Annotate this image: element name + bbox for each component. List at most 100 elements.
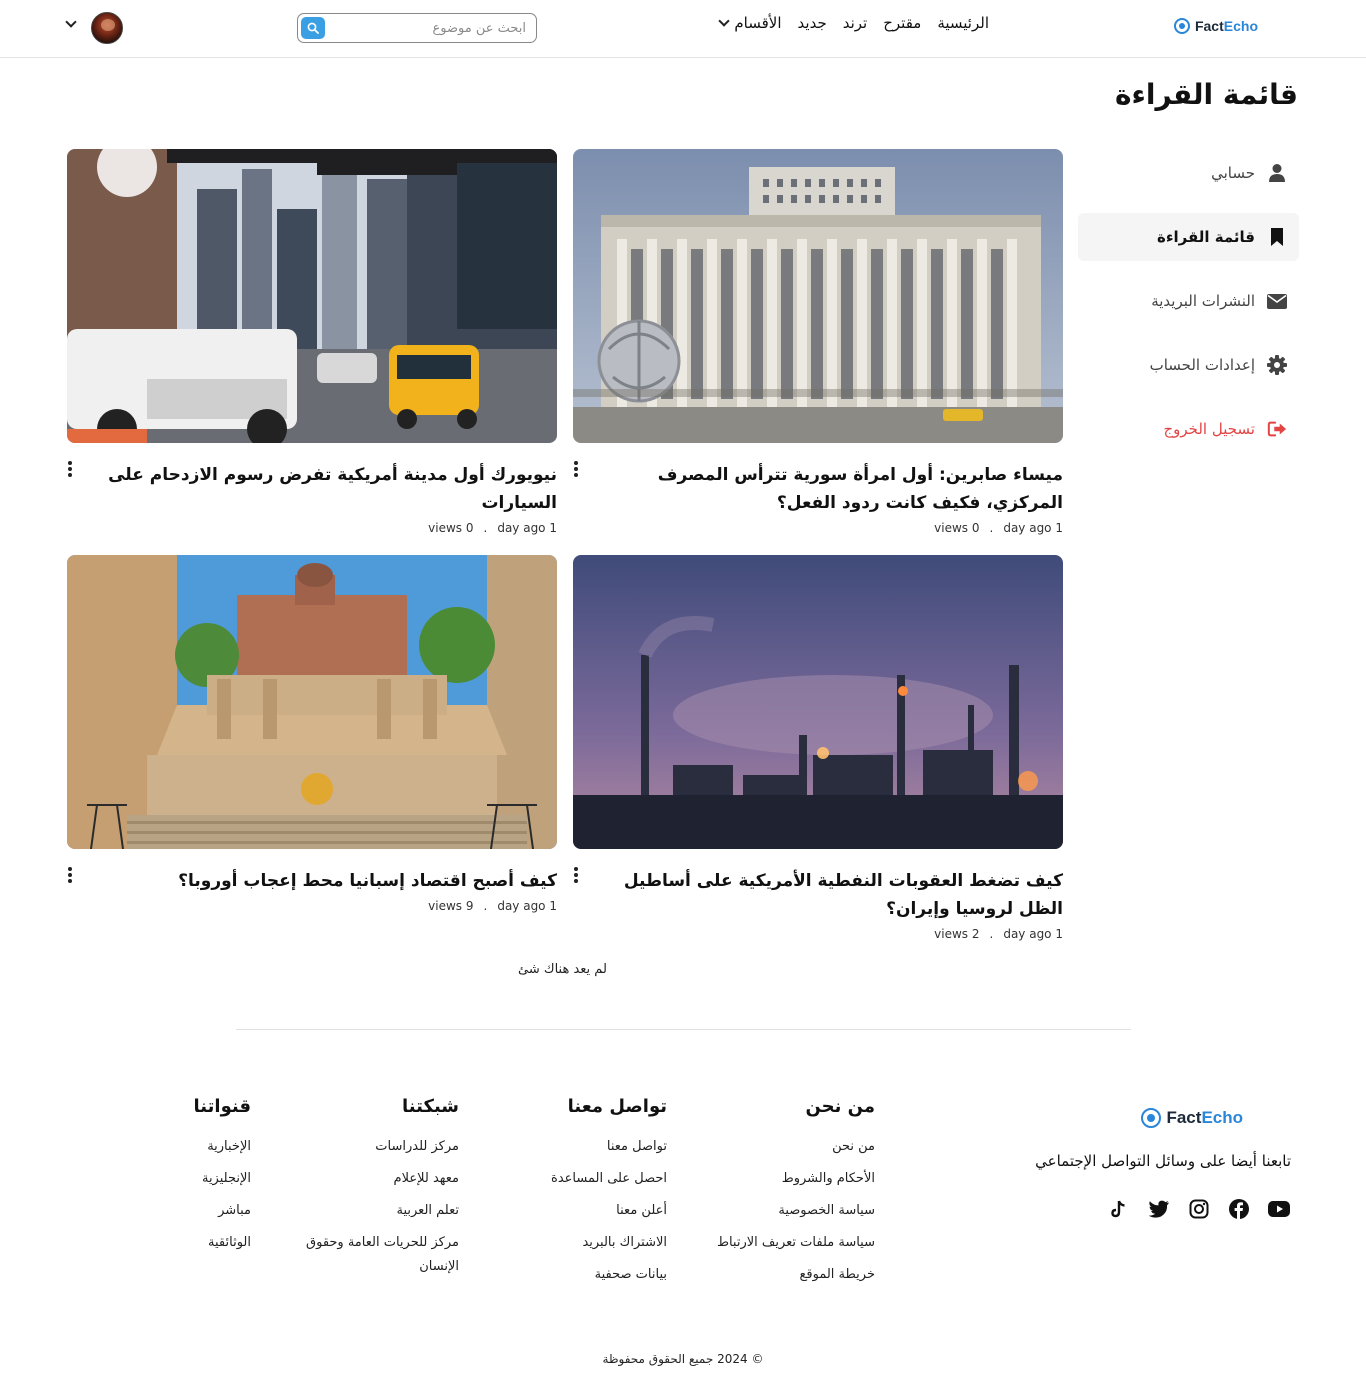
logo-text-echo: Echo [1223,18,1258,34]
social-links [1108,1198,1290,1220]
top-header: Fact Echo الرئيسية مقترح ترند جديد الأقسا… [0,0,1366,58]
more-options-icon[interactable] [67,867,73,883]
envelope-icon [1267,291,1287,311]
sidebar-item-label: تسجيل الخروج [1163,420,1255,438]
search-input[interactable] [336,18,526,38]
sign-out-icon [1267,419,1287,439]
article-image-spain-plaza[interactable] [67,555,557,849]
article-time: 1 day ago [497,899,557,913]
footer-link[interactable]: بيانات صحفية [477,1263,667,1287]
footer-link[interactable]: تواصل معنا [477,1135,667,1159]
sidebar-item-label: قائمة القراءة [1156,228,1255,246]
brand-logo[interactable]: Fact Echo [1173,18,1258,34]
sidebar-item-logout[interactable]: تسجيل الخروج [1078,405,1299,453]
article-meta: 1 day ago . 9 views [67,899,557,913]
logo-text-fact: Fact [1194,18,1224,34]
nav-new[interactable]: جديد [798,14,827,32]
footer-link[interactable]: مباشر [131,1199,251,1223]
sidebar-item-newsletters[interactable]: النشرات البريدية [1078,277,1299,325]
more-options-icon[interactable] [573,867,579,883]
user-menu-chevron-icon[interactable] [65,16,77,28]
tiktok-icon[interactable] [1108,1198,1130,1220]
footer-column-channels: قنواتنا الإخبارية الإنجليزية مباشر الوثا… [131,1096,251,1263]
instagram-icon[interactable] [1188,1198,1210,1220]
nav-categories-label: الأقسام [734,14,782,32]
footer-link[interactable]: مركز للحريات العامة وحقوق الإنسان [299,1231,459,1279]
article-title[interactable]: كيف أصبح اقتصاد إسبانيا محط إعجاب أوروبا… [67,867,557,895]
article-title[interactable]: كيف تضغط العقوبات النفطية الأمريكية على … [573,867,1063,923]
footer-link[interactable]: من نحن [655,1135,875,1159]
social-follow-text: تابعنا أيضا على وسائل التواصل الإجتماعي [1035,1152,1291,1170]
sidebar-item-reading-list[interactable]: قائمة القراءة [1078,213,1299,261]
footer-link[interactable]: خريطة الموقع [655,1263,875,1287]
sidebar-item-my-account[interactable]: حسابي [1078,149,1299,197]
nav-suggested[interactable]: مقترح [883,14,921,32]
account-sidebar: حسابي قائمة القراءة النشرات البريدية إعد… [1078,149,1299,469]
footer-column-network: شبكتنا مركز للدراسات معهد للإعلام تعلم ا… [299,1096,459,1287]
bookmark-icon [1267,227,1287,247]
footer-link[interactable]: مركز للدراسات [299,1135,459,1159]
article-views: 9 views [428,899,474,913]
footer-brand-logo[interactable]: Fact Echo [1141,1108,1243,1128]
article-meta: 1 day ago . 0 views [67,521,557,535]
footer-link[interactable]: الوثائقية [131,1231,251,1255]
nav-home[interactable]: الرئيسية [937,14,989,32]
footer-link[interactable]: الاشتراك بالبريد [477,1231,667,1255]
main-nav: الرئيسية مقترح ترند جديد الأقسام [718,14,989,32]
footer-link[interactable]: أعلن معنا [477,1199,667,1223]
article-card[interactable]: نيويورك أول مدينة أمريكية تفرض رسوم الاز… [67,149,557,535]
article-meta: 1 day ago . 0 views [573,521,1063,535]
footer-column-title: قنواتنا [193,1096,251,1117]
user-avatar[interactable] [91,12,123,44]
article-image-central-bank[interactable] [573,149,1063,443]
user-icon [1267,163,1287,183]
logo-ring-icon [1141,1108,1162,1128]
search-button[interactable] [301,17,325,39]
article-card[interactable]: كيف أصبح اقتصاد إسبانيا محط إعجاب أوروبا… [67,555,557,913]
chevron-down-icon [718,15,731,27]
footer-column-contact: تواصل معنا تواصل معنا احصل على المساعدة … [477,1096,667,1295]
article-title[interactable]: نيويورك أول مدينة أمريكية تفرض رسوم الاز… [67,461,557,517]
more-options-icon[interactable] [67,461,73,477]
sidebar-item-label: النشرات البريدية [1151,292,1255,310]
footer-link[interactable]: سياسة الخصوصية [655,1199,875,1223]
footer-link[interactable]: تعلم العربية [299,1199,459,1223]
article-image-new-york[interactable] [67,149,557,443]
article-time: 1 day ago [1003,927,1063,941]
search-icon [307,22,319,34]
footer-link[interactable]: سياسة ملفات تعريف الارتباط [655,1231,875,1255]
gear-icon [1267,355,1287,375]
article-views: 0 views [934,521,980,535]
search-box [297,13,537,43]
footer-column-title: تواصل معنا [567,1096,667,1117]
facebook-icon[interactable] [1228,1198,1250,1220]
footer-link[interactable]: الأحكام والشروط [655,1167,875,1191]
logo-text-fact: Fact [1166,1108,1202,1127]
logo-text-echo: Echo [1201,1108,1243,1127]
nav-categories-dropdown[interactable]: الأقسام [718,14,782,32]
article-image-oil-refinery[interactable] [573,555,1063,849]
footer-link[interactable]: احصل على المساعدة [477,1167,667,1191]
twitter-icon[interactable] [1148,1198,1170,1220]
article-views: 2 views [934,927,980,941]
meta-separator: . [483,521,488,535]
article-card[interactable]: ميساء صابرين: أول امرأة سورية تترأس المص… [573,149,1063,535]
footer-divider [236,1029,1131,1030]
meta-separator: . [989,927,994,941]
footer-column-about: من نحن من نحن الأحكام والشروط سياسة الخص… [655,1096,875,1295]
sidebar-item-label: إعدادات الحساب [1149,356,1255,374]
article-card[interactable]: كيف تضغط العقوبات النفطية الأمريكية على … [573,555,1063,941]
footer-link[interactable]: الإخبارية [131,1135,251,1159]
article-title[interactable]: ميساء صابرين: أول امرأة سورية تترأس المص… [573,461,1063,517]
more-options-icon[interactable] [573,461,579,477]
footer-column-title: من نحن [805,1096,875,1117]
article-meta: 1 day ago . 2 views [573,927,1063,941]
nav-trending[interactable]: ترند [843,14,868,32]
copyright-text: © 2024 جميع الحقوق محفوظة [602,1352,764,1366]
youtube-icon[interactable] [1268,1198,1290,1220]
footer-link[interactable]: الإنجليزية [131,1167,251,1191]
sidebar-item-account-settings[interactable]: إعدادات الحساب [1078,341,1299,389]
footer-link[interactable]: معهد للإعلام [299,1167,459,1191]
sidebar-item-label: حسابي [1211,164,1255,182]
meta-separator: . [483,899,488,913]
